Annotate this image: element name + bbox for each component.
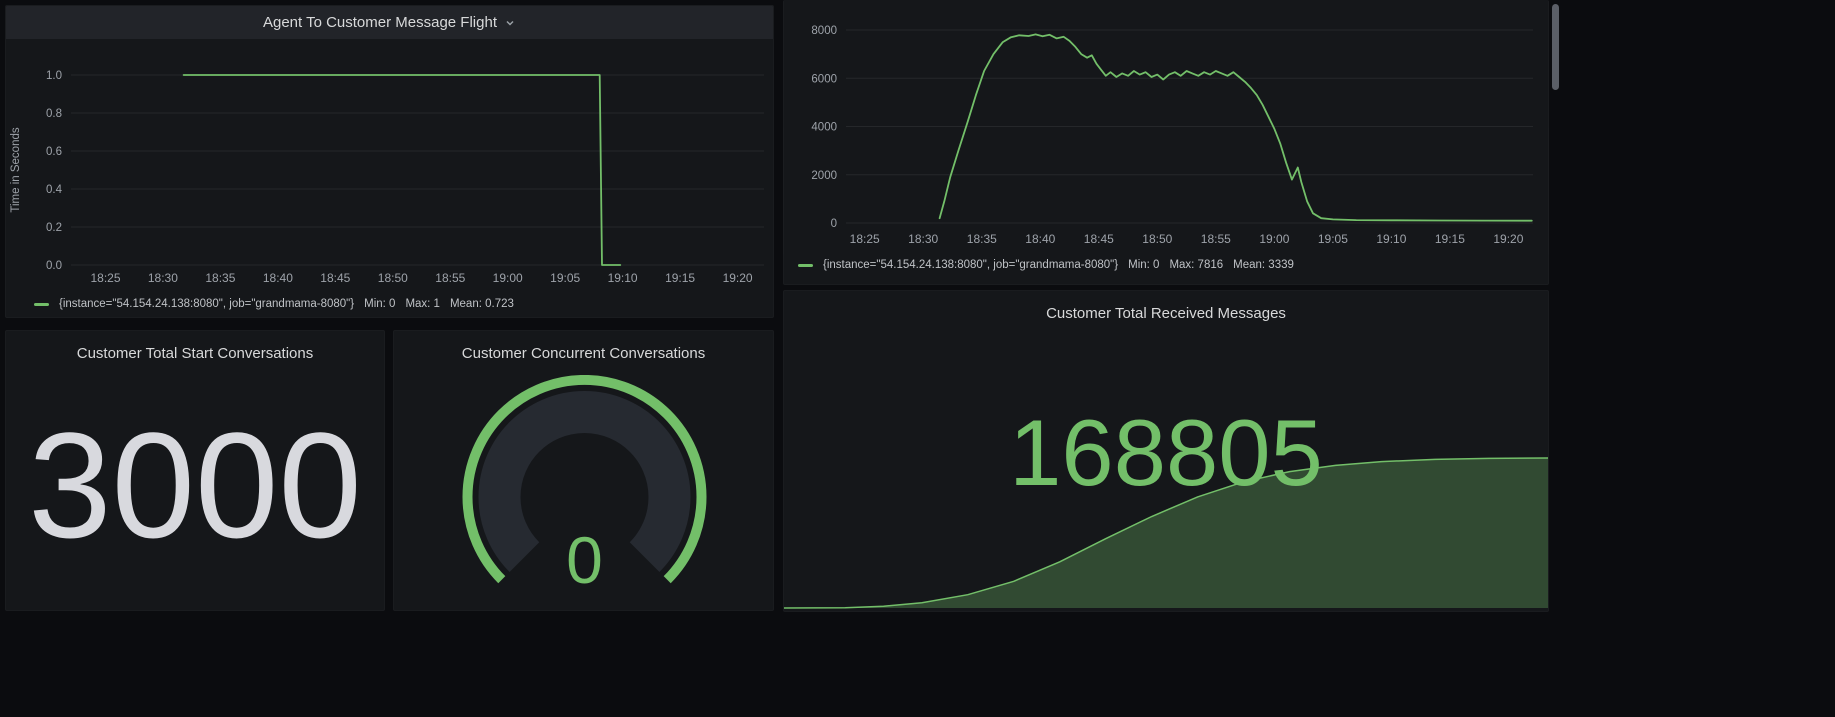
- legend-max: Max: 1: [405, 298, 440, 310]
- series-label[interactable]: {instance="54.154.24.138:8080", job="gra…: [823, 259, 1118, 271]
- stat-value: 3000: [6, 359, 384, 610]
- legend-max: Max: 7816: [1169, 259, 1223, 271]
- svg-text:19:20: 19:20: [1493, 232, 1523, 246]
- svg-text:18:25: 18:25: [90, 271, 120, 285]
- svg-text:18:50: 18:50: [1142, 232, 1172, 246]
- gauge-chart: 0: [394, 375, 774, 611]
- panel-agent-to-customer-message-flight: Agent To Customer Message Flight 0.00.20…: [5, 5, 774, 318]
- svg-text:18:55: 18:55: [435, 271, 465, 285]
- svg-text:2000: 2000: [811, 170, 837, 182]
- chevron-down-icon: [504, 17, 516, 29]
- legend-mean: Mean: 0.723: [450, 298, 514, 310]
- svg-text:0.4: 0.4: [46, 184, 63, 196]
- legend-min: Min: 0: [1128, 259, 1159, 271]
- panel-customer-total-start-conversations: Customer Total Start Conversations 3000: [5, 330, 385, 611]
- svg-text:19:10: 19:10: [1376, 232, 1406, 246]
- svg-text:18:40: 18:40: [1025, 232, 1055, 246]
- time-series-chart[interactable]: 0 2000 4000 6000 8000 18:25 18:30 18:35 18:40 18:…: [784, 0, 1549, 250]
- stat-value: 168805: [784, 403, 1548, 503]
- panel-title[interactable]: Agent To Customer Message Flight: [263, 14, 497, 31]
- svg-text:0.2: 0.2: [46, 222, 62, 234]
- svg-text:18:55: 18:55: [1201, 232, 1231, 246]
- grafana-dashboard: Agent To Customer Message Flight 0.00.20…: [0, 0, 1835, 717]
- svg-text:Time in Seconds: Time in Seconds: [10, 127, 22, 212]
- svg-text:19:05: 19:05: [1318, 232, 1348, 246]
- svg-text:8000: 8000: [811, 25, 837, 37]
- time-series-chart[interactable]: 0.0 0.2 0.4 0.6 0.8 1.0 18:25 18:30 18:35 18:40 18…: [6, 39, 774, 291]
- svg-text:18:35: 18:35: [205, 271, 235, 285]
- svg-text:18:25: 18:25: [850, 232, 880, 246]
- legend-mean: Mean: 3339: [1233, 259, 1294, 271]
- chart-body: 0.0 0.2 0.4 0.6 0.8 1.0 18:25 18:30 18:35 18:40 18…: [6, 39, 773, 317]
- svg-text:0: 0: [831, 218, 837, 230]
- svg-text:18:45: 18:45: [320, 271, 350, 285]
- panel-customer-total-received-messages: Customer Total Received Messages 168805: [783, 290, 1549, 612]
- svg-text:0.6: 0.6: [46, 146, 62, 158]
- svg-text:18:40: 18:40: [263, 271, 293, 285]
- gauge-value: 0: [566, 523, 603, 597]
- svg-text:0.0: 0.0: [46, 260, 62, 272]
- svg-text:6000: 6000: [811, 73, 837, 85]
- legend: {instance="54.154.24.138:8080", job="gra…: [6, 291, 773, 317]
- svg-text:19:00: 19:00: [493, 271, 523, 285]
- svg-text:19:15: 19:15: [665, 271, 695, 285]
- svg-text:0.8: 0.8: [46, 108, 62, 120]
- series-color-swatch[interactable]: [798, 264, 813, 267]
- svg-text:1.0: 1.0: [46, 70, 62, 82]
- series-label[interactable]: {instance="54.154.24.138:8080", job="gra…: [59, 298, 354, 310]
- svg-text:18:30: 18:30: [908, 232, 938, 246]
- panel-title[interactable]: Customer Total Received Messages: [784, 291, 1548, 329]
- svg-text:18:35: 18:35: [967, 232, 997, 246]
- legend: {instance="54.154.24.138:8080", job="gra…: [784, 250, 1548, 280]
- svg-text:18:50: 18:50: [378, 271, 408, 285]
- svg-text:19:10: 19:10: [608, 271, 638, 285]
- vertical-scrollbar-thumb[interactable]: [1552, 4, 1559, 90]
- svg-text:19:05: 19:05: [550, 271, 580, 285]
- svg-text:19:00: 19:00: [1259, 232, 1289, 246]
- svg-text:18:30: 18:30: [148, 271, 178, 285]
- panel-header[interactable]: Agent To Customer Message Flight: [6, 6, 773, 39]
- svg-text:18:45: 18:45: [1084, 232, 1114, 246]
- svg-text:4000: 4000: [811, 122, 837, 134]
- panel-title[interactable]: Customer Concurrent Conversations: [394, 331, 773, 369]
- svg-text:19:15: 19:15: [1435, 232, 1465, 246]
- panel-untitled-timeseries: 0 2000 4000 6000 8000 18:25 18:30 18:35 18:40 18:…: [783, 0, 1549, 285]
- legend-min: Min: 0: [364, 298, 395, 310]
- svg-text:19:20: 19:20: [723, 271, 753, 285]
- panel-customer-concurrent-conversations: Customer Concurrent Conversations 0: [393, 330, 774, 611]
- series-color-swatch[interactable]: [34, 303, 49, 306]
